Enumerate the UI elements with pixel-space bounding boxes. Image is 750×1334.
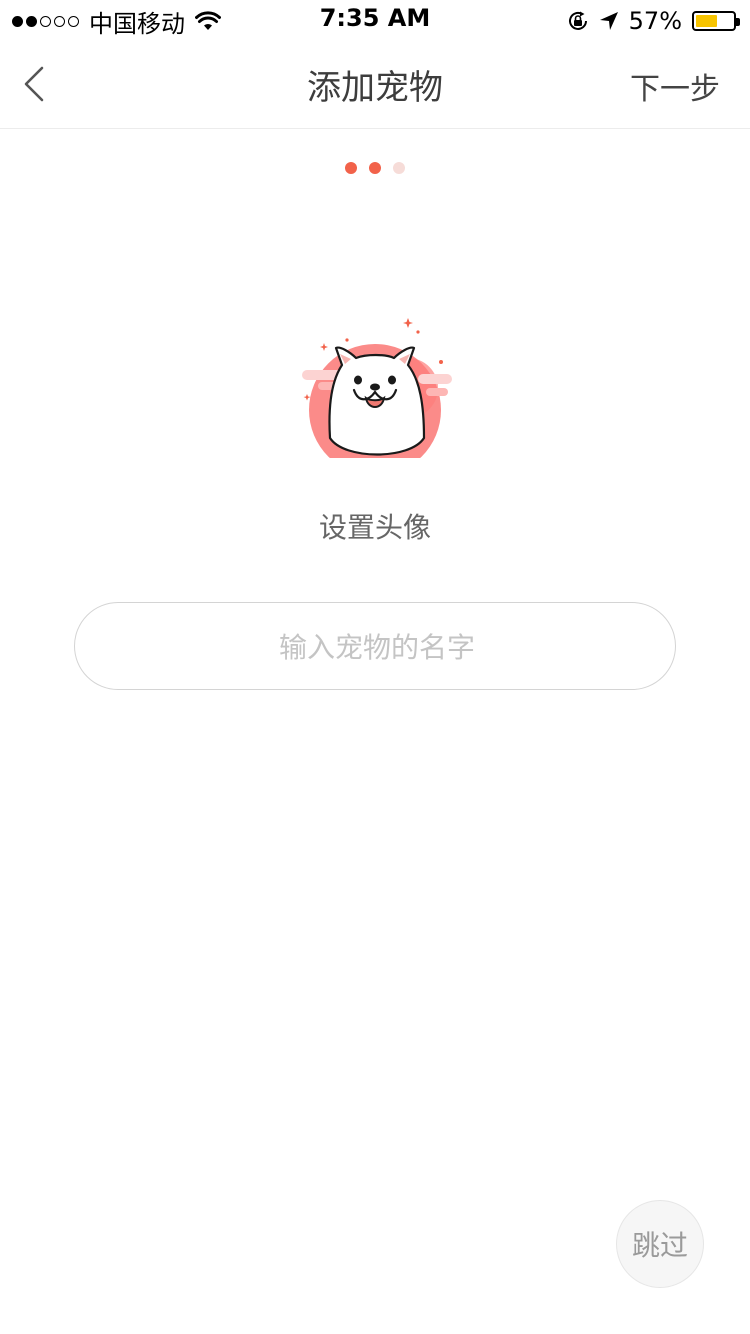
step-dot [345,162,357,174]
battery-level-fill [696,15,717,27]
pet-name-input[interactable] [75,603,679,691]
chevron-left-icon [24,66,44,102]
location-arrow-icon [599,12,618,30]
battery-percentage: 57% [628,7,682,35]
next-step-button[interactable]: 下一步 [630,64,720,108]
status-bar: 中国移动 7:35 AM 57% [0,0,750,40]
step-indicator [0,162,750,174]
dog-avatar-icon[interactable] [290,310,460,470]
battery-icon [692,11,740,31]
back-button[interactable] [16,62,56,106]
pet-name-field[interactable] [74,602,679,691]
status-bar-right: 57% [567,6,740,36]
step-dot [369,162,381,174]
navigation-bar: 添加宠物 下一步 [0,40,750,129]
skip-button[interactable]: 跳过 [616,1200,704,1288]
step-dot [393,162,405,174]
rotation-lock-icon [568,11,587,30]
battery-cap [736,18,740,26]
set-avatar-label[interactable]: 设置头像 [0,506,750,546]
